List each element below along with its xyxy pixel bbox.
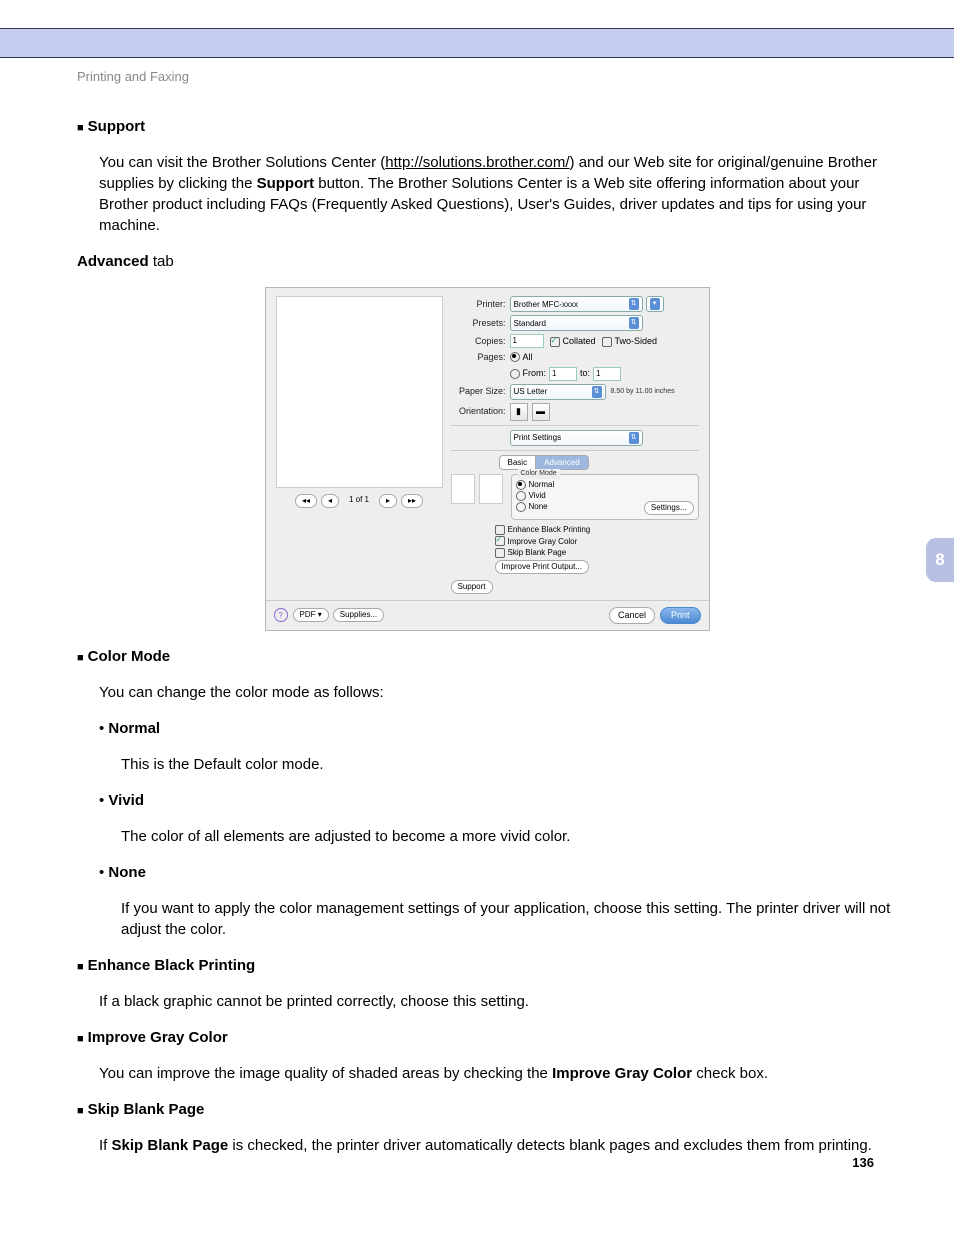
- none-heading: • None: [99, 862, 897, 883]
- printer-select[interactable]: Brother MFC-xxxx⇅: [510, 296, 643, 312]
- enhance-black-heading: ■Enhance Black Printing: [77, 955, 897, 976]
- pdf-button[interactable]: PDF ▾: [293, 608, 329, 622]
- presets-select[interactable]: Standard⇅: [510, 315, 643, 331]
- from-input[interactable]: 1: [549, 367, 577, 381]
- layout-thumb-1: [451, 474, 475, 504]
- section-support-body: You can visit the Brother Solutions Cent…: [99, 152, 897, 236]
- orientation-portrait-button[interactable]: ▮: [510, 403, 528, 421]
- color-mode-heading: ■Color Mode: [77, 646, 897, 667]
- pages-from-radio[interactable]: [510, 369, 520, 379]
- color-mode-intro: You can change the color mode as follows…: [99, 682, 897, 703]
- nav-first-button[interactable]: ◂◂: [295, 494, 317, 508]
- color-none-radio[interactable]: [516, 502, 526, 512]
- solutions-link[interactable]: http://solutions.brother.com/: [385, 154, 569, 171]
- nav-next-button[interactable]: ▸: [379, 494, 397, 508]
- print-button[interactable]: Print: [660, 607, 701, 624]
- nav-page-indicator: 1 of 1: [349, 494, 369, 508]
- normal-text: This is the Default color mode.: [121, 754, 897, 775]
- paper-size-label: Paper Size:: [451, 385, 506, 398]
- enhance-black-text: If a black graphic cannot be printed cor…: [99, 991, 897, 1012]
- orientation-label: Orientation:: [451, 405, 506, 418]
- normal-heading: • Normal: [99, 718, 897, 739]
- pages-label: Pages:: [451, 351, 506, 364]
- none-text: If you want to apply the color managemen…: [121, 898, 897, 940]
- two-sided-checkbox[interactable]: [602, 337, 612, 347]
- preview-pane: [276, 296, 443, 488]
- tab-advanced[interactable]: Advanced: [536, 455, 589, 470]
- page-number: 136: [852, 1154, 874, 1172]
- pages-all-radio[interactable]: [510, 352, 520, 362]
- breadcrumb: Printing and Faxing: [77, 68, 897, 86]
- nav-prev-button[interactable]: ◂: [321, 494, 339, 508]
- color-settings-button[interactable]: Settings...: [644, 501, 694, 515]
- color-normal-radio[interactable]: [516, 480, 526, 490]
- copies-label: Copies:: [451, 335, 506, 348]
- copies-input[interactable]: 1: [510, 334, 544, 348]
- printer-label: Printer:: [451, 298, 506, 311]
- tab-basic[interactable]: Basic: [499, 455, 537, 470]
- print-dialog: ◂◂ ◂ 1 of 1 ▸ ▸▸ Printer: Brother MFC-xx…: [265, 287, 710, 630]
- improve-gray-text: You can improve the image quality of sha…: [99, 1063, 897, 1084]
- skip-blank-heading: ■Skip Blank Page: [77, 1099, 897, 1120]
- printer-status-button[interactable]: ▾: [646, 296, 664, 312]
- skip-blank-checkbox[interactable]: [495, 548, 505, 558]
- color-mode-group-title: Color Mode: [518, 469, 560, 479]
- supplies-button[interactable]: Supplies...: [333, 608, 384, 622]
- help-button[interactable]: ?: [274, 608, 288, 622]
- paper-size-select[interactable]: US Letter⇅: [510, 384, 606, 400]
- improve-gray-heading: ■Improve Gray Color: [77, 1027, 897, 1048]
- cancel-button[interactable]: Cancel: [609, 607, 655, 624]
- chapter-tab: 8: [926, 538, 954, 582]
- orientation-landscape-button[interactable]: ▬: [532, 403, 550, 421]
- advanced-tab-label: Advanced tab: [77, 251, 897, 272]
- section-support-heading: ■Support: [77, 116, 897, 137]
- top-brand-bar: [0, 28, 954, 58]
- color-vivid-radio[interactable]: [516, 491, 526, 501]
- vivid-heading: • Vivid: [99, 790, 897, 811]
- collated-checkbox[interactable]: [550, 337, 560, 347]
- improve-print-output-button[interactable]: Improve Print Output...: [495, 560, 589, 574]
- presets-label: Presets:: [451, 317, 506, 330]
- paper-dimensions: 8.50 by 11.00 inches: [611, 387, 675, 397]
- preview-nav: ◂◂ ◂ 1 of 1 ▸ ▸▸: [276, 494, 443, 508]
- skip-blank-text: If Skip Blank Page is checked, the print…: [99, 1135, 897, 1156]
- to-input[interactable]: 1: [593, 367, 621, 381]
- support-button[interactable]: Support: [451, 580, 493, 594]
- nav-last-button[interactable]: ▸▸: [401, 494, 423, 508]
- improve-gray-checkbox[interactable]: [495, 536, 505, 546]
- vivid-text: The color of all elements are adjusted t…: [121, 826, 897, 847]
- section-select[interactable]: Print Settings⇅: [510, 430, 643, 446]
- layout-thumb-2: [479, 474, 503, 504]
